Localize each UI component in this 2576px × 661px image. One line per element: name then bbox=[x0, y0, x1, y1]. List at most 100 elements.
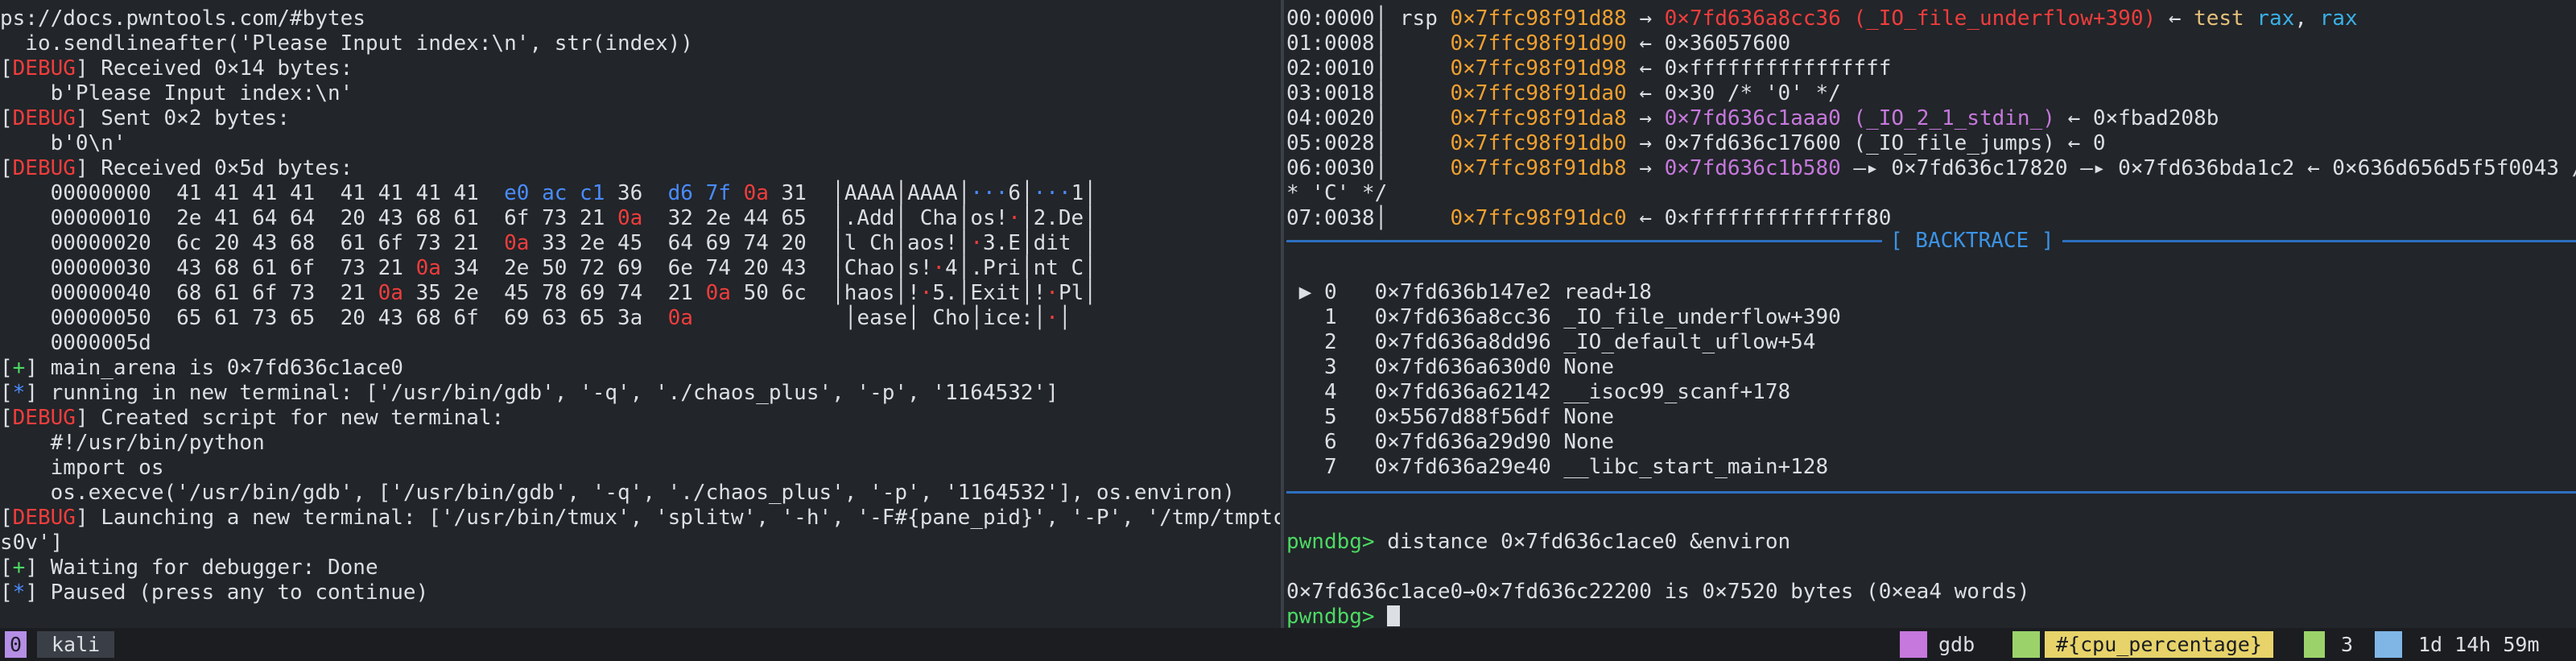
terminal-line: [DEBUG] Received 0×14 bytes: bbox=[0, 56, 353, 81]
terminal-line: 00000030 43 68 61 6f 73 21 0a 34 2e 50 7… bbox=[0, 256, 1096, 281]
cpu-icon bbox=[2013, 631, 2040, 658]
text-segment bbox=[731, 181, 744, 205]
text-segment: 0×7ffc98f91db8 bbox=[1450, 156, 1627, 180]
text-segment: e0 ac c1 bbox=[504, 181, 605, 205]
text-segment: import os bbox=[0, 456, 164, 480]
text-segment: · bbox=[1046, 306, 1059, 330]
text-segment: 31 │AAAA│AAAA│ bbox=[768, 181, 971, 205]
text-segment: DEBUG bbox=[12, 406, 76, 430]
text-segment: ps://docs.pwntools.com/#bytes bbox=[0, 6, 365, 31]
terminal-line: [*] running in new terminal: ['/usr/bin/… bbox=[0, 381, 1059, 406]
text-segment: [ bbox=[0, 556, 13, 580]
text-segment: 6 0×7fd636a29d90 None bbox=[1286, 430, 1614, 454]
text-segment: [ bbox=[0, 356, 13, 380]
text-segment: 0×7ffc98f91d98 bbox=[1450, 56, 1627, 81]
text-segment: 00000010 2e 41 64 64 20 43 68 61 6f 73 2… bbox=[0, 206, 618, 230]
text-segment: 3.E│dit │ bbox=[982, 231, 1096, 255]
text-segment: [ bbox=[0, 381, 13, 405]
text-segment: ] Received 0×5d bytes: bbox=[75, 156, 353, 180]
text-segment: ] Received 0×14 bytes: bbox=[75, 56, 353, 81]
text-segment: ← 0×fbad208b bbox=[2054, 106, 2219, 130]
text-segment: rax bbox=[2256, 6, 2295, 31]
text-segment: │2.De│ bbox=[1020, 206, 1096, 230]
text-segment: ← bbox=[2156, 6, 2194, 31]
pwndbg-terminal-pane[interactable]: 00:0000│ rsp 0×7ffc98f91d88 → 0×7fd636a8… bbox=[1286, 0, 2576, 628]
stack-entry: 06:0030│ 0×7ffc98f91db8 → 0×7fd636c1b580… bbox=[1286, 156, 2576, 181]
terminal-line: 00000020 6c 20 43 68 61 6f 73 21 0a 33 2… bbox=[0, 231, 1096, 256]
text-segment: · bbox=[1008, 206, 1021, 230]
text-segment: → bbox=[1626, 156, 1665, 180]
text-cursor bbox=[1387, 605, 1401, 626]
text-segment: d6 7f bbox=[667, 181, 731, 205]
text-segment: 7 0×7fd636a29e40 __libc_start_main+128 bbox=[1286, 455, 1829, 479]
text-segment: Pl│ bbox=[1058, 281, 1096, 305]
text-segment: 5.│Exit│! bbox=[932, 281, 1046, 305]
text-segment: * 'C' */ bbox=[1286, 181, 1388, 205]
stack-entry: 01:0008│ 0×7ffc98f91d90 ← 0×36057600 bbox=[1286, 31, 1790, 56]
text-segment: ▶ 0 0×7fd636b147e2 read+18 bbox=[1286, 280, 1652, 304]
text-segment: 06:0030│ bbox=[1286, 156, 1451, 180]
text-segment: 01:0008│ bbox=[1286, 31, 1451, 56]
backtrace-end-line bbox=[1286, 491, 2576, 494]
backtrace-frame: 1 0×7fd636a8cc36 _IO_file_underflow+390 bbox=[1286, 305, 1841, 330]
text-segment: ] Waiting for debugger: Done bbox=[25, 556, 378, 580]
text-segment: DEBUG bbox=[12, 106, 76, 130]
terminal-line: io.sendlineafter('Please Input index:\n'… bbox=[0, 31, 693, 56]
text-segment: ] Launching a new terminal: ['/usr/bin/t… bbox=[75, 506, 1280, 530]
text-segment: 0×7ffc98f91d90 bbox=[1450, 31, 1627, 56]
text-segment: ← 0×36057600 bbox=[1626, 31, 1791, 56]
text-segment: [ bbox=[0, 406, 13, 430]
text-segment: 04:0020│ bbox=[1286, 106, 1451, 130]
terminal-line: 00000040 68 61 6f 73 21 0a 35 2e 45 78 6… bbox=[0, 281, 1096, 306]
text-segment: 02:0010│ bbox=[1286, 56, 1451, 81]
text-segment bbox=[1438, 6, 1451, 31]
text-segment: 0×7ffc98f91dc0 bbox=[1450, 206, 1627, 230]
text-segment: [ bbox=[0, 506, 13, 530]
backtrace-frame: 7 0×7fd636a29e40 __libc_start_main+128 bbox=[1286, 455, 1828, 480]
backtrace-frame: 6 0×7fd636a29d90 None bbox=[1286, 430, 1614, 455]
text-segment: 00000020 6c 20 43 68 61 6f 73 21 bbox=[0, 231, 505, 255]
text-segment: ← 0×30 /* '0' */ bbox=[1626, 81, 1841, 105]
pane-divider[interactable] bbox=[1281, 0, 1284, 628]
terminal-line: [+] Waiting for debugger: Done bbox=[0, 556, 378, 580]
text-segment: 00000040 68 61 6f 73 21 bbox=[0, 281, 378, 305]
text-segment: * bbox=[12, 381, 26, 405]
text-segment: ··· bbox=[1033, 181, 1071, 205]
text-segment: → 0×7fd636c17600 (_IO_file_jumps) ← 0 bbox=[1626, 131, 2106, 155]
terminal-line: [DEBUG] Sent 0×2 bytes: bbox=[0, 106, 290, 131]
text-segment: 0a bbox=[415, 256, 441, 280]
stack-entry: 00:0000│ rsp 0×7ffc98f91d88 → 0×7fd636a8… bbox=[1286, 6, 2358, 31]
uptime: 1d 14h 59m bbox=[2418, 633, 2540, 656]
window-count: 3 bbox=[2341, 633, 2354, 656]
text-segment: s0v'] bbox=[0, 531, 64, 555]
text-segment: 0000005d bbox=[0, 331, 151, 355]
terminal-line: 00000050 65 61 73 65 20 43 68 6f 69 63 6… bbox=[0, 306, 1071, 331]
backtrace-frame: 4 0×7fd636a62142 __isoc99_scanf+178 bbox=[1286, 380, 1790, 405]
text-segment: 07:0038│ bbox=[1286, 206, 1451, 230]
text-segment: 2 0×7fd636a8dd96 _IO_default_uflow+54 bbox=[1286, 330, 1816, 354]
terminal-line: 00000000 41 41 41 41 41 41 41 41 e0 ac c… bbox=[0, 181, 1096, 206]
backtrace-header: [ BACKTRACE ] bbox=[1882, 229, 2062, 254]
text-segment: 32 2e 44 65 │.Add│ Cha│os! bbox=[642, 206, 1009, 230]
window-icon bbox=[1900, 631, 1927, 658]
text-segment: 5 0×5567d88f56df None bbox=[1286, 405, 1614, 429]
text-segment: → bbox=[1626, 6, 1665, 31]
text-segment bbox=[2244, 6, 2257, 31]
session-name[interactable]: kali bbox=[37, 631, 115, 658]
text-segment: 0×7ffc98f91d88 bbox=[1450, 6, 1627, 31]
text-segment: [ bbox=[0, 580, 13, 605]
stack-entry: * 'C' */ bbox=[1286, 181, 1387, 206]
terminal-line: 0000005d bbox=[0, 331, 151, 356]
text-segment: 50 6c │haos│! bbox=[730, 281, 920, 305]
text-segment: 3 0×7fd636a630d0 None bbox=[1286, 355, 1614, 379]
text-segment: 0a bbox=[705, 281, 731, 305]
stack-entry: 03:0018│ 0×7ffc98f91da0 ← 0×30 /* '0' */ bbox=[1286, 81, 1841, 106]
text-segment: 35 2e 45 78 69 74 21 bbox=[402, 281, 706, 305]
active-prompt-line[interactable]: pwndbg> bbox=[1286, 605, 1401, 628]
pwntools-terminal-pane[interactable]: ps://docs.pwntools.com/#bytes io.sendlin… bbox=[0, 0, 1280, 628]
text-segment: [ bbox=[0, 106, 13, 130]
text-segment: rax bbox=[2319, 6, 2358, 31]
window-name[interactable]: gdb bbox=[1930, 631, 1983, 658]
stack-entry: 04:0020│ 0×7ffc98f91da8 → 0×7fd636c1aaa0… bbox=[1286, 106, 2219, 131]
session-index-badge[interactable]: 0 bbox=[5, 631, 27, 658]
